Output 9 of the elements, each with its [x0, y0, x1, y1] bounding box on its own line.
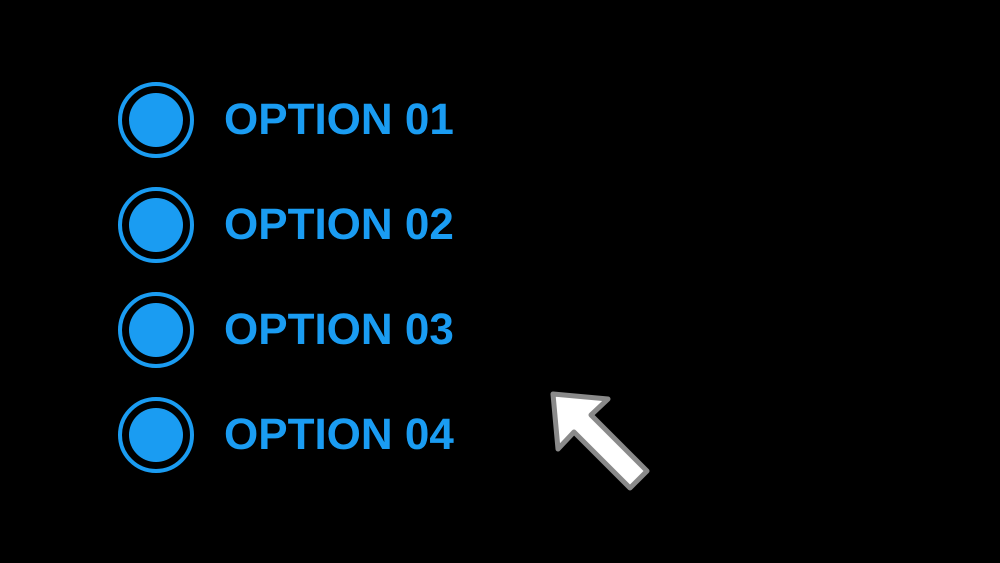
radio-button[interactable]: [118, 82, 194, 158]
radio-button[interactable]: [118, 292, 194, 368]
radio-button[interactable]: [118, 187, 194, 263]
radio-button[interactable]: [118, 397, 194, 473]
option-label: OPTION 03: [224, 305, 454, 355]
option-label: OPTION 02: [224, 200, 454, 250]
option-label: OPTION 01: [224, 95, 454, 145]
cursor-arrow-icon: [550, 391, 650, 491]
option-label: OPTION 04: [224, 410, 454, 460]
